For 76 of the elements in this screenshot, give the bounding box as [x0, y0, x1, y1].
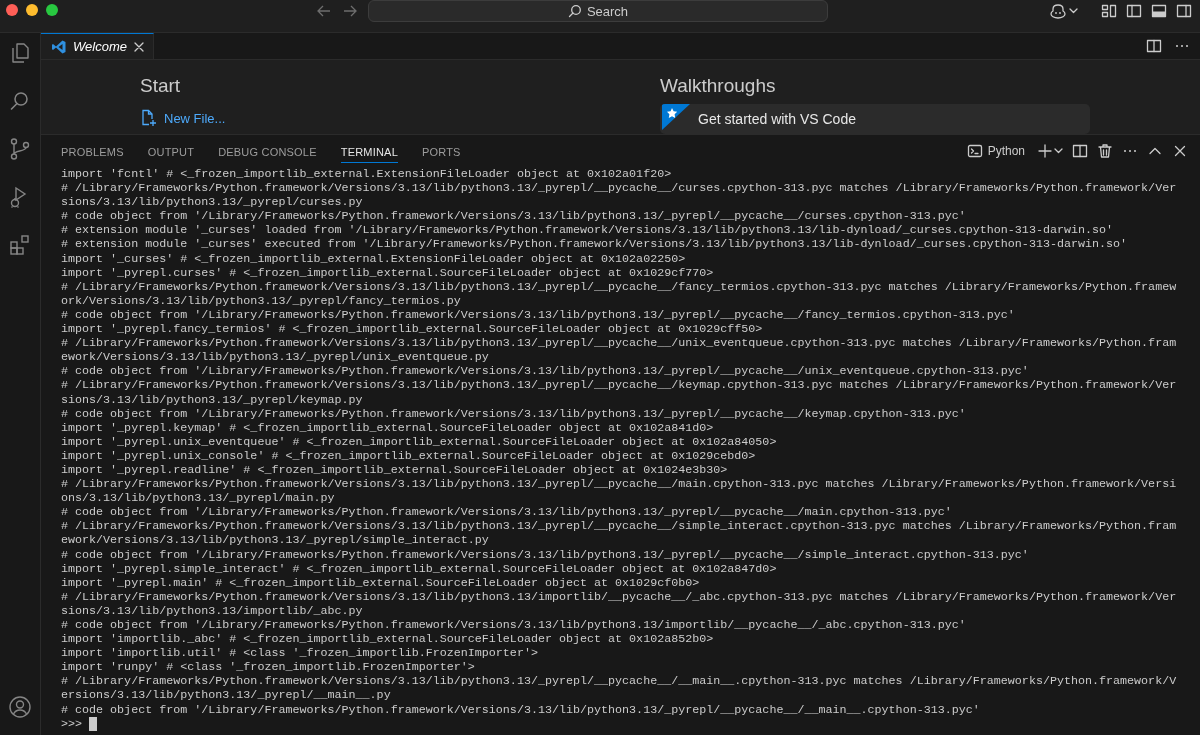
terminal-line: # code object from '/Library/Frameworks/Python.framework/Versions/3.13/lib/python3.13/_pyrepl/__pycache__/__main__.cpython-313.pyc' — [61, 702, 981, 717]
close-window-button[interactable] — [6, 4, 18, 16]
maximize-window-button[interactable] — [46, 4, 58, 16]
terminal-line: # /Library/Frameworks/Python.framework/Versions/3.13/lib/python3.13/_pyrepl/__pycache__/unix_eventqueue.cpython-313.pyc matches /Library/Frameworks/Python.fram — [61, 336, 1178, 351]
chevron-down-icon[interactable] — [1069, 7, 1078, 15]
search-icon — [567, 4, 582, 18]
panel-tab[interactable]: DEBUG CONSOLE — [218, 139, 317, 163]
terminal-line: sions/3.13/lib/python3.13/_pyrepl/curses.py — [61, 195, 364, 210]
terminal-line: import '_pyrepl.readline' # <_frozen_importlib_external.SourceFileLoader object at 0x1024e3b30> — [61, 462, 729, 478]
terminal-line: # /Library/Frameworks/Python.framework/Versions/3.13/lib/python3.13/_pyrepl/__pycache__/main.cpython-313.pyc matches /Library/Frameworks/Python.framework/Versi — [61, 477, 1178, 492]
panel-toggle-icon[interactable] — [1151, 3, 1167, 19]
editor-tab[interactable]: Welcome — [41, 33, 154, 59]
terminal-line: # code object from '/Library/Frameworks/Python.framework/Versions/3.13/lib/python3.13/_pyrepl/__pycache__/fancy_termios.cpython-313.pyc' — [61, 307, 1016, 323]
minimize-window-button[interactable] — [26, 4, 38, 16]
start-heading: Start — [140, 75, 182, 97]
terminal-line: import 'runpy' # <class '_frozen_importlib.FrozenImporter'> — [61, 660, 476, 675]
terminal-line: import '_pyrepl.unix_console' # <_frozen_importlib_external.SourceFileLoader object at 0x1029cebd0> — [61, 448, 757, 463]
sidebar-toggle-icon[interactable] — [1126, 3, 1142, 19]
panel-tab[interactable]: PROBLEMS — [61, 139, 124, 163]
panel-tab[interactable]: PORTS — [421, 139, 461, 163]
terminal-line: # /Library/Frameworks/Python.framework/Versions/3.13/lib/python3.13/importlib/__pycache__/_abc.cpython-313.pyc matches /Library/Frameworks/Python.framework/Ver — [61, 589, 1178, 604]
new-file-link[interactable]: New File... — [140, 109, 660, 127]
terminal-line: import '_curses' # <_frozen_importlib_external.ExtensionFileLoader object at 0x102a02250> — [61, 251, 687, 266]
terminal-line: # /Library/Frameworks/Python.framework/Versions/3.13/lib/python3.13/_pyrepl/__pycache__/simple_interact.cpython-313.pyc matches /Library/Frameworks/Python.fram — [61, 519, 1178, 534]
terminal-line: # code object from '/Library/Frameworks/Python.framework/Versions/3.13/lib/python3.13/_pyrepl/__pycache__/keymap.cpython-313.pyc' — [61, 406, 967, 421]
terminal-line: sions/3.13/lib/python3.13/_pyrepl/keymap.py — [61, 392, 364, 407]
terminal-line: # /Library/Frameworks/Python.framework/Versions/3.13/lib/python3.13/_pyrepl/__pycache__/keymap.cpython-313.pyc matches /Library/Frameworks/Python.framework/Ver — [61, 378, 1178, 393]
plus-icon[interactable] — [1038, 144, 1052, 158]
terminal-line: ersions/3.13/lib/python3.13/_pyrepl/__main__.py — [61, 688, 392, 703]
terminal-line: ork/Versions/3.13/lib/python3.13/_pyrepl/fancy_termios.py — [61, 293, 462, 308]
terminal-line: # code object from '/Library/Frameworks/Python.framework/Versions/3.13/lib/python3.13/_pyrepl/__pycache__/simple_interact.cpython-313.pyc' — [61, 547, 1030, 562]
terminal-line: sions/3.13/lib/python3.13/importlib/_abc.py — [61, 603, 364, 618]
close-icon[interactable] — [132, 40, 145, 53]
walkthroughs-heading: Walkthroughs — [660, 75, 777, 97]
terminal-line: import '_pyrepl.main' # <_frozen_importlib_external.SourceFileLoader object at 0x1029cf0b0> — [61, 575, 701, 590]
terminal-line: # code object from '/Library/Frameworks/Python.framework/Versions/3.13/lib/python3.13/_pyrepl/__pycache__/main.cpython-313.pyc' — [61, 505, 953, 520]
terminal-line: # /Library/Frameworks/Python.framework/Versions/3.13/lib/python3.13/_pyrepl/__pycache__/__main__.cpython-313.pyc matches /Library/Frameworks/Python.framework/V — [61, 674, 1178, 689]
layout-icon[interactable] — [1101, 3, 1117, 19]
terminal-line: # extension module '_curses' loaded from '/Library/Frameworks/Python.framework/Versions/3.13/lib/python3.13/lib-dynload/_curses.cpython-313-darwin.so' — [61, 223, 1115, 238]
cursor — [89, 716, 98, 731]
new-file-icon — [140, 109, 158, 127]
extensions-icon[interactable] — [8, 233, 32, 257]
terminal-line: ework/Versions/3.13/lib/python3.13/_pyrepl/simple_interact.py — [61, 533, 490, 548]
terminal-line: import '_pyrepl.unix_eventqueue' # <_frozen_importlib_external.SourceFileLoader object at 0x102a84050> — [61, 434, 778, 449]
walkthrough-card[interactable]: Get started with VS Code — [660, 104, 1090, 134]
trash-icon[interactable] — [1097, 143, 1113, 159]
chevron-down-icon[interactable] — [1054, 147, 1063, 155]
robot-icon[interactable] — [1049, 2, 1067, 20]
terminal-line: ework/Versions/3.13/lib/python3.13/_pyrepl/unix_eventqueue.py — [61, 350, 490, 365]
split-editor-icon[interactable] — [1146, 38, 1162, 54]
split-terminal-icon[interactable] — [1072, 143, 1088, 159]
terminal-line: # code object from '/Library/Frameworks/Python.framework/Versions/3.13/lib/python3.13/importlib/__pycache__/_abc.cpython-313.pyc' — [61, 618, 967, 633]
source-control-icon[interactable] — [8, 137, 32, 161]
terminal-line: import 'importlib._abc' # <_frozen_importlib_external.SourceFileLoader object at 0x102a852b0> — [61, 632, 715, 647]
terminal-line: import '_pyrepl.curses' # <_frozen_importlib_external.SourceFileLoader object at 0x1029cf770> — [61, 265, 715, 280]
terminal-icon — [966, 143, 983, 159]
terminal-line: import '_pyrepl.fancy_termios' # <_frozen_importlib_external.SourceFileLoader object at 0x1029cff50> — [61, 322, 764, 337]
panel-tab[interactable]: OUTPUT — [147, 139, 195, 163]
account-icon[interactable] — [8, 695, 32, 719]
vscode-logo-icon — [51, 38, 67, 55]
terminal-line: # code object from '/Library/Frameworks/Python.framework/Versions/3.13/lib/python3.13/_pyrepl/__pycache__/unix_eventqueue.cpython-313.pyc' — [61, 364, 1030, 379]
terminal-line: import '_pyrepl.simple_interact' # <_frozen_importlib_external.SourceFileLoader object at 0x102a847d0> — [61, 561, 778, 576]
close-icon[interactable] — [1172, 143, 1188, 159]
terminal-line: # code object from '/Library/Frameworks/Python.framework/Versions/3.13/lib/python3.13/_pyrepl/__pycache__/curses.cpython-313.pyc' — [61, 209, 967, 224]
terminal-line: # extension module '_curses' executed from '/Library/Frameworks/Python.framework/Versions/3.13/lib/python3.13/lib-dynload/_curses.cpython-313-darwin.so' — [61, 237, 1129, 252]
terminal-line: ons/3.13/lib/python3.13/_pyrepl/main.py — [61, 491, 336, 506]
terminal-line: import 'fcntl' # <_frozen_importlib_external.ExtensionFileLoader object at 0x102a01f20> — [61, 167, 673, 182]
terminal-prompt: >>> — [61, 716, 83, 731]
terminal-line: import 'importlib.util' # <class '_frozen_importlib.FrozenImporter'> — [61, 646, 539, 661]
search-field[interactable]: Search — [368, 0, 828, 22]
terminal-line: # /Library/Frameworks/Python.framework/Versions/3.13/lib/python3.13/_pyrepl/__pycache__/curses.cpython-313.pyc matches /Library/Frameworks/Python.framework/Ver — [61, 181, 1178, 196]
terminal-line: import '_pyrepl.keymap' # <_frozen_importlib_external.SourceFileLoader object at 0x102a841d0> — [61, 420, 715, 435]
secondary-sidebar-icon[interactable] — [1176, 3, 1192, 19]
panel-tab[interactable]: TERMINAL — [340, 139, 398, 163]
terminal-line: # /Library/Frameworks/Python.framework/Versions/3.13/lib/python3.13/_pyrepl/__pycache__/fancy_termios.cpython-313.pyc matches /Library/Frameworks/Python.framew — [61, 279, 1178, 294]
terminal-profile-button[interactable]: Python — [966, 143, 1025, 159]
